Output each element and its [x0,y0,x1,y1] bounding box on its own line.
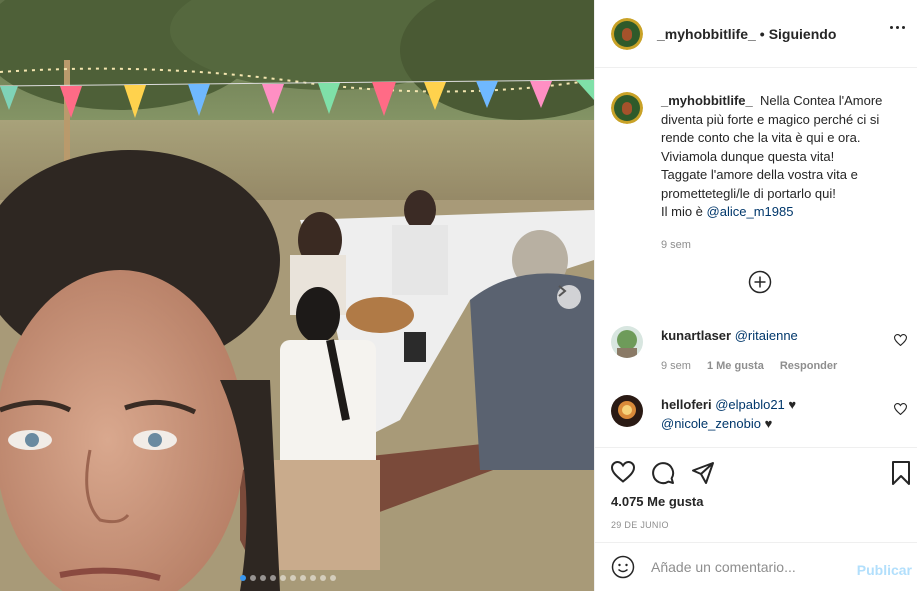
follow-status-button[interactable]: Siguiendo [769,26,837,42]
comment-mention[interactable]: @elpablo21 [715,397,785,412]
comment-text: kunartlaser @ritaienne 9 sem 1 Me gusta … [661,326,881,376]
commenter-avatar-image [611,395,643,427]
carousel-dot [270,575,276,581]
commenter-avatar[interactable] [611,326,643,358]
caption-line: rende conto che la vita è qui e ora. [661,130,861,145]
author-avatar[interactable] [611,17,643,50]
photo-scene [0,0,594,591]
caption-username[interactable]: _myhobbitlife_ [661,93,753,108]
carousel-dot [250,575,256,581]
comment-time[interactable]: 9 sem [661,357,691,376]
emoji-icon[interactable] [611,555,635,579]
commenter-avatar[interactable] [611,395,643,427]
comment-reply-button[interactable]: Responder [780,357,837,376]
caption-mine-prefix: Il mio è [661,204,703,219]
post-date[interactable]: 29 DE JUNIO [611,520,669,530]
carousel-dot [240,575,246,581]
heart-emoji: ♥ [764,416,773,431]
caption-avatar[interactable] [611,92,643,124]
comment-mention[interactable]: @ritaienne [735,328,798,343]
carousel-dot [330,575,336,581]
carousel-dot [290,575,296,581]
carousel-next-button[interactable] [557,285,581,309]
load-more-comments-button[interactable] [748,270,772,294]
add-circle-icon [748,270,772,294]
comment-composer: Publicar [595,542,917,591]
header-separator: • [759,25,765,42]
bookmark-icon[interactable] [891,461,911,485]
comment-mention[interactable]: @nicole_zenobio [661,416,761,431]
post-photo[interactable] [0,0,594,591]
carousel-dot [260,575,266,581]
comment-text: helloferi @elpablo21 ♥ @nicole_zenobio ♥ [661,395,881,433]
comment-likes-count[interactable]: 1 Me gusta [707,357,764,376]
heart-icon[interactable] [611,461,635,483]
carousel-indicator [240,575,336,581]
post-caption: _myhobbitlife_ Nella Contea l'Amore dive… [611,92,911,254]
post-actions: 4.075 Me gusta 29 DE JUNIO [595,447,917,542]
comment-like-heart-icon[interactable] [894,403,907,415]
carousel-dot [310,575,316,581]
post-header: _myhobbitlife_ • Siguiendo [595,0,917,68]
caption-line: Nella Contea l'Amore [759,93,883,108]
caption-time[interactable]: 9 sem [661,236,911,255]
author-avatar-image [611,17,643,50]
comment-item: kunartlaser @ritaienne 9 sem 1 Me gusta … [611,326,911,376]
author-username[interactable]: _myhobbitlife_ [657,26,756,42]
carousel-dot [300,575,306,581]
carousel-dot [280,575,286,581]
caption-line: promettetegli/le di portarlo qui! [661,185,836,201]
comment-icon[interactable] [651,461,675,485]
caption-line: Viviamola dunque questa vita! [661,148,835,164]
comment-meta: 9 sem 1 Me gusta Responder [661,357,881,376]
carousel-next-icon [558,285,567,297]
comment-input[interactable] [651,559,841,575]
post-side-panel: _myhobbitlife_ • Siguiendo _myhobbitlife… [594,0,917,591]
comment-username[interactable]: kunartlaser [661,328,731,343]
comment-like-heart-icon[interactable] [894,334,907,346]
caption-avatar-image [611,92,643,124]
caption-line: diventa più forte e magico perché ci si [661,111,880,127]
likes-count[interactable]: 4.075 Me gusta [611,494,704,509]
publish-button[interactable]: Publicar [857,562,912,578]
share-icon[interactable] [691,461,715,485]
caption-line: Taggate l'amore della vostra vita e [661,167,858,182]
caption-text: _myhobbitlife_ Nella Contea l'Amore dive… [661,92,911,254]
commenter-avatar-image [611,326,643,358]
caption-mention[interactable]: @alice_m1985 [707,204,794,219]
carousel-dot [320,575,326,581]
comment-username[interactable]: helloferi [661,397,712,412]
comment-item: helloferi @elpablo21 ♥ @nicole_zenobio ♥ [611,395,911,433]
heart-emoji: ♥ [788,397,797,412]
more-options-icon[interactable] [890,26,905,29]
